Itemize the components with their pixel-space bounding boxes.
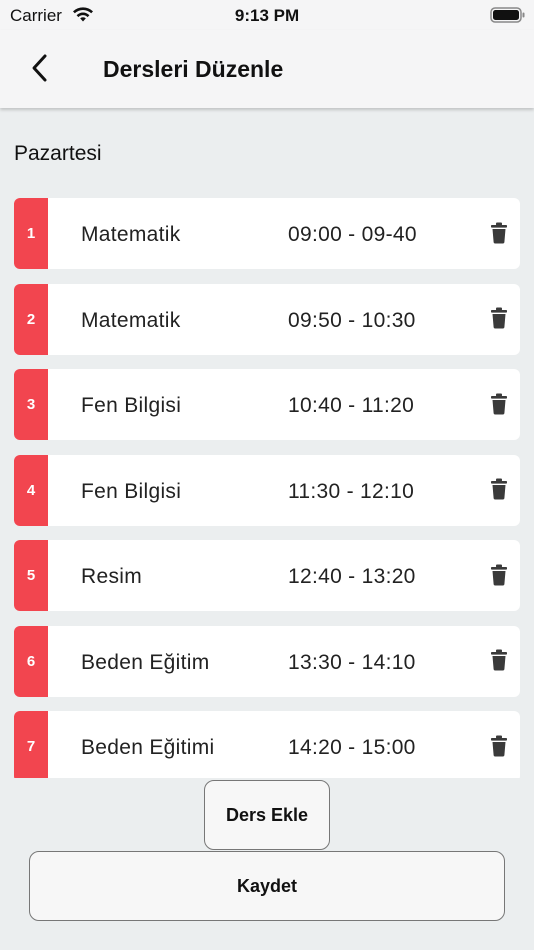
lesson-row[interactable]: 2 Matematik 09:50 - 10:30 — [14, 283, 520, 355]
delete-lesson-button[interactable] — [484, 562, 514, 592]
nav-bar: Dersleri Düzenle — [0, 30, 534, 108]
lesson-time: 12:40 - 13:20 — [288, 565, 416, 588]
lesson-row[interactable]: 3 Fen Bilgisi 10:40 - 11:20 — [14, 369, 520, 440]
lesson-row[interactable]: 4 Fen Bilgisi 11:30 - 12:10 — [14, 454, 520, 526]
lesson-row[interactable]: 6 Beden Eğitim 13:30 - 14:10 — [14, 625, 520, 697]
lesson-index: 3 — [14, 369, 48, 440]
back-button[interactable] — [22, 50, 58, 90]
lesson-time: 09:00 - 09-40 — [288, 223, 417, 246]
delete-lesson-button[interactable] — [484, 648, 514, 678]
chevron-left-icon — [30, 53, 50, 88]
lesson-time: 14:20 - 15:00 — [288, 736, 416, 759]
lesson-time: 10:40 - 11:20 — [288, 394, 415, 417]
trash-icon — [490, 564, 508, 591]
lesson-row[interactable]: 1 Matematik 09:00 - 09-40 — [14, 198, 520, 269]
trash-icon — [490, 478, 508, 505]
lesson-index: 5 — [14, 540, 48, 611]
lesson-time: 09:50 - 10:30 — [288, 308, 416, 332]
lesson-time: 13:30 - 14:10 — [288, 650, 416, 674]
lesson-name: Fen Bilgisi — [81, 479, 182, 503]
add-lesson-button[interactable]: Ders Ekle — [204, 780, 330, 850]
delete-lesson-button[interactable] — [484, 220, 514, 250]
lesson-name: Resim — [81, 565, 143, 588]
lesson-name: Fen Bilgisi — [81, 394, 182, 417]
lesson-name: Beden Eğitimi — [81, 736, 215, 759]
battery-icon — [490, 6, 526, 29]
trash-icon — [490, 393, 508, 420]
day-title: Pazartesi — [14, 142, 102, 165]
lesson-list: 1 Matematik 09:00 - 09-40 2 Matematik 09:50 -… — [14, 198, 520, 778]
page-title: Dersleri Düzenle — [103, 56, 284, 82]
delete-lesson-button[interactable] — [484, 733, 514, 763]
lesson-index: 2 — [14, 283, 48, 355]
trash-icon — [490, 649, 508, 676]
lesson-name: Beden Eğitim — [81, 650, 210, 674]
lesson-index: 6 — [14, 625, 48, 697]
save-button[interactable]: Kaydet — [29, 851, 505, 921]
lesson-name: Matematik — [81, 223, 181, 246]
lesson-index: 1 — [14, 198, 48, 269]
trash-icon — [490, 307, 508, 334]
lesson-name: Matematik — [81, 308, 181, 332]
lesson-index: 4 — [14, 454, 48, 526]
lesson-index: 7 — [14, 711, 48, 778]
lesson-row[interactable]: 7 Beden Eğitimi 14:20 - 15:00 — [14, 711, 520, 778]
lesson-row[interactable]: 5 Resim 12:40 - 13:20 — [14, 540, 520, 611]
delete-lesson-button[interactable] — [484, 391, 514, 421]
status-time: 9:13 PM — [234, 6, 300, 25]
delete-lesson-button[interactable] — [484, 477, 514, 507]
lesson-time: 11:30 - 12:10 — [288, 479, 415, 503]
trash-icon — [490, 735, 508, 762]
status-bar: Carrier 9:13 PM — [0, 0, 534, 30]
trash-icon — [490, 222, 508, 249]
delete-lesson-button[interactable] — [484, 306, 514, 336]
